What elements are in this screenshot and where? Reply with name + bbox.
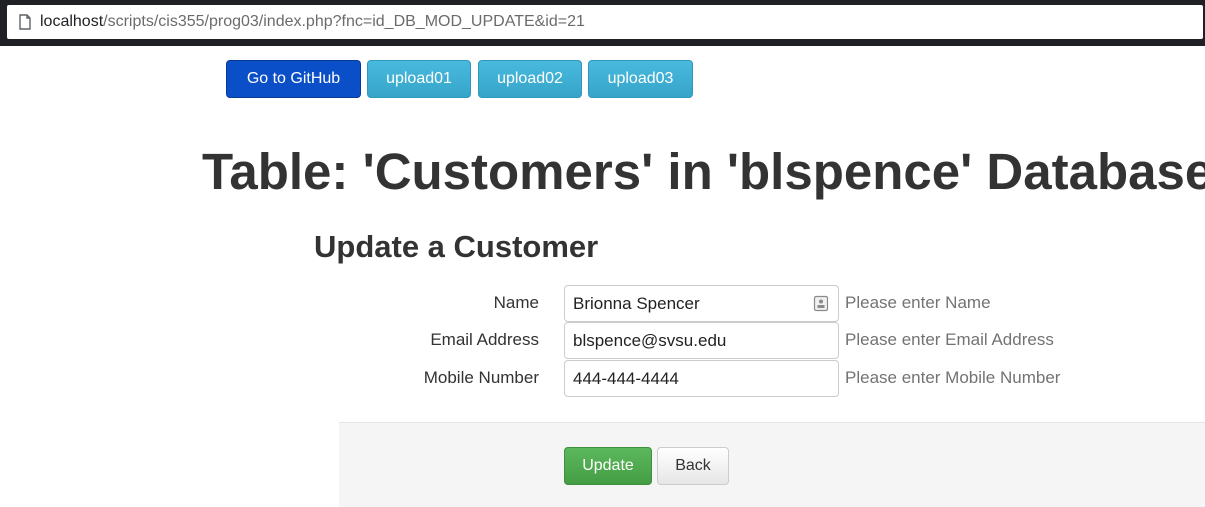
email-input[interactable]	[564, 322, 839, 359]
browser-chrome: localhost/scripts/cis355/prog03/index.ph…	[0, 0, 1205, 46]
mobile-input[interactable]	[564, 360, 839, 397]
name-input[interactable]	[564, 285, 839, 322]
form-title: Update a Customer	[314, 229, 599, 264]
mobile-help: Please enter Mobile Number	[845, 368, 1061, 387]
upload03-button[interactable]: upload03	[588, 60, 693, 98]
url-text[interactable]: localhost/scripts/cis355/prog03/index.ph…	[40, 13, 585, 31]
url-host: localhost	[40, 13, 104, 30]
page-icon	[19, 14, 31, 30]
page-title: Table: 'Customers' in 'blspence' Databas…	[202, 143, 1205, 200]
contact-card-icon[interactable]	[813, 295, 829, 312]
address-bar[interactable]: localhost/scripts/cis355/prog03/index.ph…	[7, 5, 1203, 39]
name-label: Name	[493, 293, 539, 312]
form-actions	[339, 422, 1205, 507]
mobile-label: Mobile Number	[423, 368, 539, 387]
upload02-button[interactable]: upload02	[478, 60, 582, 98]
email-label: Email Address	[430, 330, 539, 349]
github-button[interactable]: Go to GitHub	[226, 60, 361, 98]
email-help: Please enter Email Address	[845, 330, 1054, 349]
upload01-button[interactable]: upload01	[367, 60, 471, 98]
url-path: /scripts/cis355/prog03/index.php?fnc=id_…	[103, 13, 585, 30]
name-help: Please enter Name	[845, 293, 991, 312]
back-button[interactable]: Back	[657, 447, 729, 485]
update-button[interactable]: Update	[564, 447, 652, 485]
